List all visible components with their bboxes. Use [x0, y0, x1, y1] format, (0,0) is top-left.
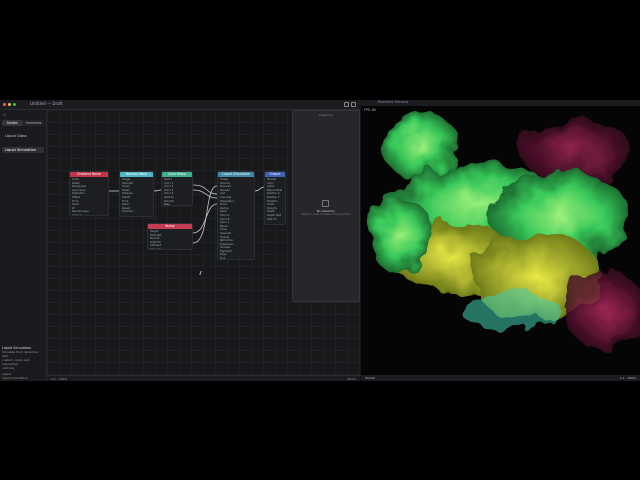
node-output[interactable]: Output Shader Color Alpha Blend Mode Position…: [264, 171, 286, 225]
sidebar-toggle-icon[interactable]: [344, 102, 349, 107]
node-rows: Image Strength Scale Detail Octaves Falloff Ti…: [120, 177, 153, 215]
status-left: 1:1 · 100%: [51, 377, 68, 381]
fps-readout: FPS: 60: [364, 108, 376, 112]
node-gradient-noise[interactable]: Gradient Noise Scale Detail Roughness Lacuna…: [69, 171, 109, 216]
node-rows: Scale Detail Roughness Lacunarity Distortion…: [70, 177, 108, 215]
sidebar-tabs: Nodes Variables: [2, 120, 44, 126]
window-controls: [3, 103, 16, 106]
app-window: Untitled — Draft Realtime Preview Q Node…: [0, 100, 640, 381]
node-rows: Shader Color Alpha Blend Mode Position X Posi…: [265, 177, 285, 222]
node-domain-warp[interactable]: Domain Warp Image Strength Scale Detail Octav…: [119, 171, 154, 217]
node-color-ramp[interactable]: Color Ramp Factor Color 1 Color 2 Color 3 Col…: [161, 171, 193, 206]
node-bump[interactable]: Bump Height Strength Normal Light Dir Ambient…: [147, 223, 193, 250]
close-icon[interactable]: [3, 103, 6, 106]
node-liquid-simulation[interactable]: Liquid Simulation Image Velocity Pressure De…: [217, 171, 255, 260]
sidebar-item-liquid-simulation[interactable]: Liquid Simulation: [2, 147, 44, 153]
node-port[interactable]: Post FX: [267, 218, 283, 222]
inspector-toggle-icon[interactable]: [351, 102, 356, 107]
liquid-render: [371, 114, 640, 351]
node-rows: Image Velocity Pressure Density Curl Viscosit…: [218, 177, 254, 259]
node-port[interactable]: Output: [72, 214, 106, 215]
sidebar-item-label: Liquid Glass: [5, 134, 27, 138]
tab-nodes[interactable]: Nodes: [2, 120, 23, 126]
zoom-button[interactable]: Zoom: [347, 377, 356, 381]
sidebar: Q Nodes Variables Liquid Glass Liquid Si…: [0, 110, 47, 381]
info-line: custom colors and interactive: [2, 358, 30, 366]
minimize-icon[interactable]: [8, 103, 11, 106]
preview-footer-left[interactable]: Shader: [365, 376, 376, 380]
info-line: Simulate fluid dynamics with: [2, 350, 39, 358]
node-rows: Height Strength Normal Light Dir Ambient Spec…: [148, 229, 192, 249]
info-line: controls.: [2, 366, 15, 370]
node-header[interactable]: Liquid Simulation: [218, 172, 254, 177]
window-title: Untitled — Draft: [30, 101, 63, 106]
sidebar-item-liquid-glass[interactable]: Liquid Glass: [2, 133, 44, 139]
preview-title: Realtime Preview: [378, 100, 409, 104]
search-input[interactable]: Q: [3, 113, 43, 118]
title-bar: Untitled — Draft: [0, 100, 360, 110]
realtime-preview[interactable]: FPS: 60: [361, 106, 640, 375]
cursor-icon: [199, 271, 205, 275]
inspector-panel: Inspector No selection Select a node to …: [292, 110, 360, 302]
node-port[interactable]: Specular: [150, 248, 190, 249]
sidebar-item-label: Liquid Simulation: [5, 148, 37, 152]
node-port[interactable]: Bias: [164, 203, 190, 205]
node-rows: Factor Color 1 Color 2 Color 3 Color 4 Positi…: [162, 177, 192, 205]
wire: [192, 184, 218, 195]
wire: [192, 185, 218, 244]
node-port[interactable]: Tint: [220, 257, 252, 259]
inspector-sub: Select a node to inspect its properties: [301, 213, 351, 216]
empty-selection-icon: [322, 200, 329, 207]
footer-item[interactable]: Liquid Simulation: [2, 376, 44, 380]
tab-variables[interactable]: Variables: [23, 120, 44, 126]
preview-status-bar: Shader 1:1 · 100%: [361, 375, 640, 381]
sidebar-info: Liquid Simulation Simulate fluid dynamic…: [2, 346, 44, 380]
wire: [192, 189, 218, 199]
wire: [192, 203, 218, 234]
node-port[interactable]: Direction: [122, 210, 151, 214]
wire: [153, 189, 162, 192]
wire: [254, 186, 265, 192]
inspector-title: Inspector: [319, 113, 333, 117]
canvas-status-bar: 1:1 · 100% Zoom: [47, 375, 360, 381]
search-icon: Q: [3, 113, 6, 117]
preview-footer-right: 1:1 · 100%: [619, 376, 636, 380]
maximize-icon[interactable]: [13, 103, 16, 106]
